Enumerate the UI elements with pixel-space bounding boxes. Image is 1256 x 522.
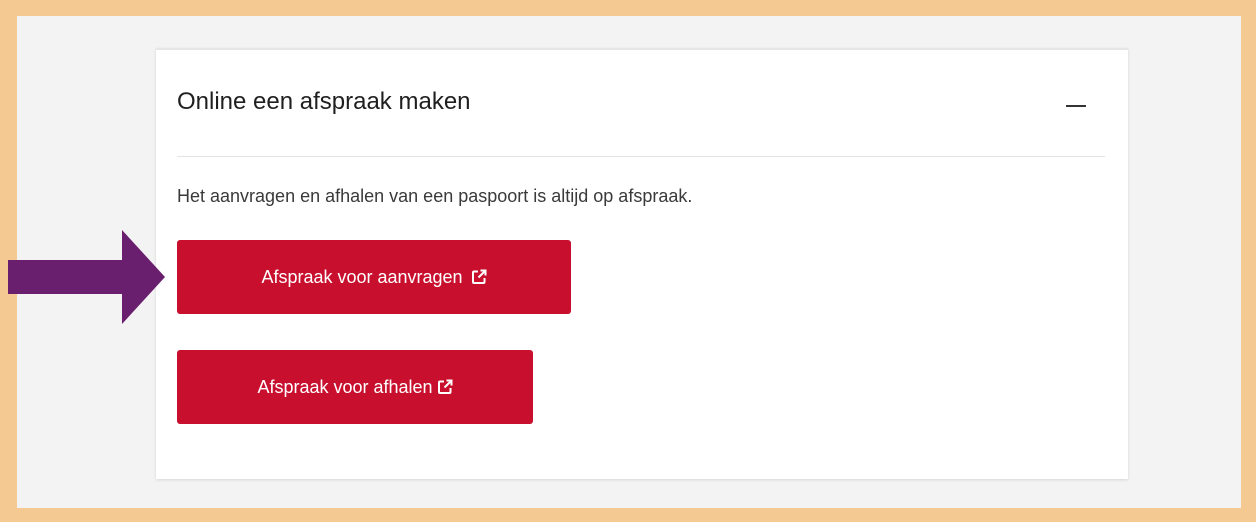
annotation-arrow-icon (8, 230, 165, 324)
external-link-icon (437, 379, 453, 395)
page-background: Online een afspraak maken Het aanvragen … (17, 16, 1241, 508)
accordion-title[interactable]: Online een afspraak maken (177, 88, 471, 116)
appointment-request-label: Afspraak voor aanvragen (261, 266, 463, 287)
intro-text: Het aanvragen en afhalen van een paspoor… (177, 186, 693, 206)
accordion-panel: Online een afspraak maken Het aanvragen … (156, 48, 1128, 479)
appointment-pickup-label: Afspraak voor afhalen (257, 376, 433, 397)
minus-bar (1066, 105, 1086, 107)
appointment-pickup-button[interactable]: Afspraak voor afhalen (177, 350, 533, 424)
external-link-icon (471, 269, 487, 285)
appointment-request-button[interactable]: Afspraak voor aanvragen (177, 240, 571, 314)
divider (177, 156, 1105, 157)
collapse-minus-icon[interactable] (1056, 90, 1096, 118)
